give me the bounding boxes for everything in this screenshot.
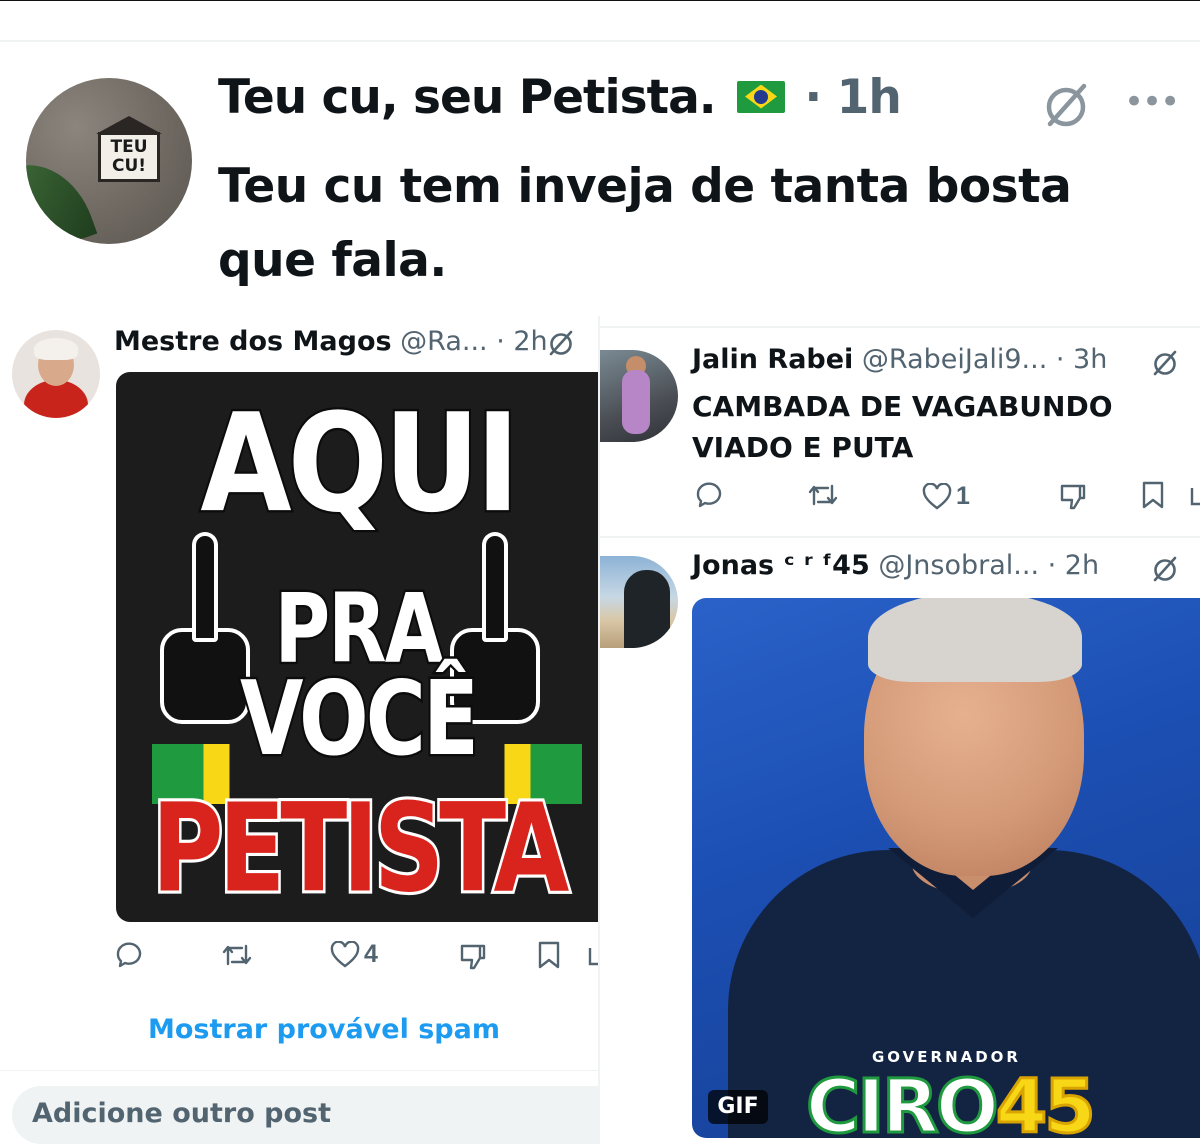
main-display-name[interactable]: Teu cu, seu Petista. (218, 70, 717, 125)
reply-icon[interactable] (114, 940, 144, 970)
main-tweet-text: Teu cu tem inveja de tanta bosta que fal… (218, 159, 1072, 288)
left-separator (0, 1070, 600, 1071)
top-rule (0, 0, 1200, 1)
gif-badge[interactable]: GIF (708, 1090, 768, 1124)
jalin-display-name[interactable]: Jalin Rabei (692, 344, 853, 375)
right-separator (600, 536, 1200, 538)
bookmark-icon[interactable] (1140, 480, 1166, 510)
share-icon[interactable] (1188, 480, 1200, 510)
right-reply-panel: Jalin Rabei @RabeiJali9... · 3h CAMBADA … (600, 326, 1200, 1144)
main-separator: · (804, 70, 822, 125)
dislike-icon[interactable] (1058, 482, 1088, 512)
meme-line-3: VOCÊ (238, 658, 481, 782)
grok-icon[interactable] (546, 328, 576, 358)
like-icon (922, 482, 952, 509)
like-icon (330, 940, 360, 967)
like-button[interactable]: 4 (330, 940, 378, 969)
main-timestamp[interactable]: 1h (837, 70, 902, 125)
grok-icon[interactable] (1150, 348, 1180, 378)
left-display-name[interactable]: Mestre dos Magos (114, 326, 392, 357)
bookmark-icon[interactable] (536, 940, 562, 970)
ciro-logo: CIRO45 (805, 1063, 1098, 1139)
main-tweet-header: Teu cu, seu Petista. · 1h (218, 70, 902, 125)
main-avatar[interactable]: TEU CU! (26, 78, 192, 244)
avatar-sign-line2: CU! (111, 156, 147, 176)
grok-icon[interactable] (1040, 80, 1092, 132)
ciro-number: 45 (994, 1063, 1097, 1139)
dislike-icon[interactable] (458, 942, 488, 972)
meme-image[interactable]: AQUI PRA VOCÊ PETISTA (116, 372, 600, 922)
reply-icon[interactable] (694, 480, 724, 510)
retweet-icon[interactable] (220, 940, 254, 970)
ciro-gif[interactable]: GOVERNADOR CIRO45 GIF (692, 598, 1200, 1138)
left-handle-time[interactable]: @Ra... · 2h (400, 326, 548, 357)
jalin-tweet-text: CAMBADA DE VAGABUNDO VIADO E PUTA (692, 390, 1113, 464)
like-count: 4 (364, 940, 378, 968)
add-post-input[interactable]: Adicione outro post (12, 1086, 600, 1144)
left-reply-panel: Mestre dos Magos @Ra... · 2h AQUI PRA VO… (0, 316, 600, 1144)
jonas-avatar[interactable] (600, 556, 678, 648)
jalin-header: Jalin Rabei @RabeiJali9... · 3h (692, 344, 1107, 375)
like-button[interactable]: 1 (922, 482, 970, 511)
jonas-header: Jonas ᶜ ʳ ᶠ45 @Jnsobral... · 2h (692, 550, 1099, 581)
retweet-icon[interactable] (806, 480, 840, 510)
brazil-flag-icon (737, 80, 786, 113)
left-reply-header: Mestre dos Magos @Ra... · 2h (114, 326, 548, 357)
jonas-handle-time[interactable]: @Jnsobral... · 2h (878, 550, 1099, 581)
leaf-decoration (26, 148, 98, 244)
like-count: 1 (956, 482, 970, 510)
ciro-name: CIRO (805, 1063, 1001, 1139)
grok-icon[interactable] (1150, 554, 1180, 584)
ciro-hair (868, 598, 1082, 682)
meme-line-1: AQUI (198, 381, 521, 544)
jonas-display-name[interactable]: Jonas ᶜ ʳ ᶠ45 (692, 550, 870, 581)
mestre-avatar[interactable] (12, 330, 100, 418)
jalin-handle-time[interactable]: @RabeiJali9... · 3h (862, 344, 1107, 375)
meme-line-4: PETISTA (149, 775, 572, 922)
top-separator (0, 40, 1200, 42)
show-spam-link[interactable]: Mostrar provável spam (148, 1014, 500, 1045)
jalin-avatar[interactable] (600, 350, 678, 442)
more-icon[interactable]: ••• (1124, 82, 1180, 122)
avatar-sign: TEU CU! (96, 116, 162, 182)
avatar-sign-line1: TEU (110, 137, 148, 157)
